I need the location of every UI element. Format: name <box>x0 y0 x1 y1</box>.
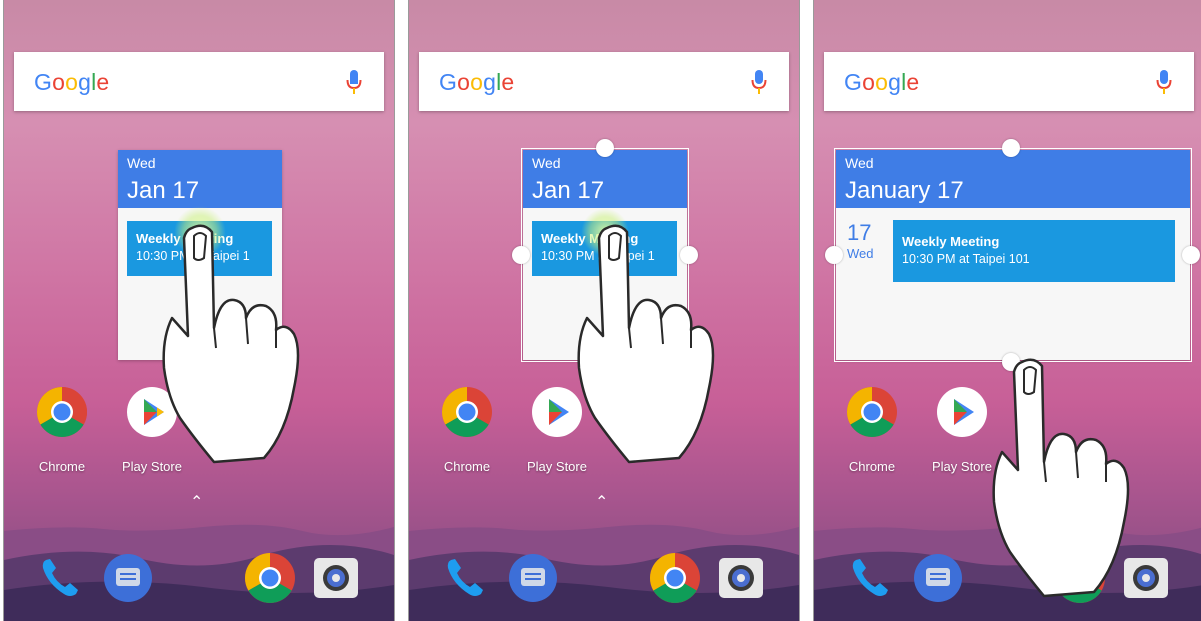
chrome-app[interactable]: Chrome <box>837 386 907 474</box>
google-logo: Google <box>439 69 515 95</box>
messages-icon[interactable] <box>507 552 559 604</box>
camera-icon[interactable] <box>715 552 767 604</box>
widget-date: Jan 17 <box>127 177 200 204</box>
chrome-icon <box>442 387 492 437</box>
google-search-bar[interactable]: Google <box>824 52 1194 111</box>
mic-icon[interactable] <box>346 68 362 96</box>
chrome-label: Chrome <box>443 459 491 474</box>
resize-frame <box>834 148 1192 362</box>
mic-icon[interactable] <box>1156 68 1172 96</box>
messages-icon[interactable] <box>102 552 154 604</box>
resize-handle-top[interactable] <box>596 139 614 157</box>
chrome-app[interactable]: Chrome <box>432 386 502 474</box>
resize-handle-bottom[interactable] <box>1002 353 1020 371</box>
chevron-up-icon[interactable]: ⌃ <box>190 492 203 512</box>
phone-icon[interactable] <box>844 552 896 604</box>
play-store-app[interactable]: Play Store <box>927 386 997 474</box>
phone-screen-3: Google Wed January 17 17 Wed Weekly Meet… <box>813 0 1201 621</box>
camera-icon[interactable] <box>1120 552 1172 604</box>
play-store-app[interactable]: Play Store <box>522 386 592 474</box>
messages-icon[interactable] <box>912 552 964 604</box>
resize-handle-left[interactable] <box>512 246 530 264</box>
resize-handle-left[interactable] <box>825 246 843 264</box>
chrome-dock-icon[interactable] <box>244 552 296 604</box>
camera-icon[interactable] <box>310 552 362 604</box>
google-logo: Google <box>34 69 110 95</box>
chrome-icon <box>847 387 897 437</box>
widget-header: Wed Jan 17 <box>118 150 282 208</box>
google-search-bar[interactable]: Google <box>14 52 384 111</box>
chrome-dock-icon[interactable] <box>649 552 701 604</box>
mic-icon[interactable] <box>751 68 767 96</box>
chrome-icon <box>37 387 87 437</box>
resize-handle-top[interactable] <box>1002 139 1020 157</box>
chrome-dock-icon[interactable] <box>1054 552 1106 604</box>
google-logo: Google <box>844 69 920 95</box>
play-store-label: Play Store <box>932 459 992 474</box>
resize-handle-right[interactable] <box>1182 246 1200 264</box>
phone-screen-1: Google Wed Jan 17 Weekly Meeting 10:30 P… <box>3 0 395 621</box>
phone-icon[interactable] <box>34 552 86 604</box>
play-store-icon <box>937 387 987 437</box>
touch-halo <box>581 208 629 256</box>
play-store-icon <box>532 387 582 437</box>
phone-screen-2: Google Wed Jan 17 Weekly Meeting 10:30 P… <box>408 0 800 621</box>
play-store-icon <box>127 387 177 437</box>
chevron-up-icon[interactable]: ⌃ <box>595 492 608 512</box>
play-store-label: Play Store <box>122 459 182 474</box>
play-store-app[interactable]: Play Store <box>117 386 187 474</box>
resize-handle-right[interactable] <box>680 246 698 264</box>
google-search-bar[interactable]: Google <box>419 52 789 111</box>
chrome-app[interactable]: Chrome <box>27 386 97 474</box>
chrome-label: Chrome <box>848 459 896 474</box>
phone-icon[interactable] <box>439 552 491 604</box>
touch-halo <box>174 206 226 258</box>
play-store-label: Play Store <box>527 459 587 474</box>
widget-day: Wed <box>127 155 156 171</box>
chrome-label: Chrome <box>38 459 86 474</box>
